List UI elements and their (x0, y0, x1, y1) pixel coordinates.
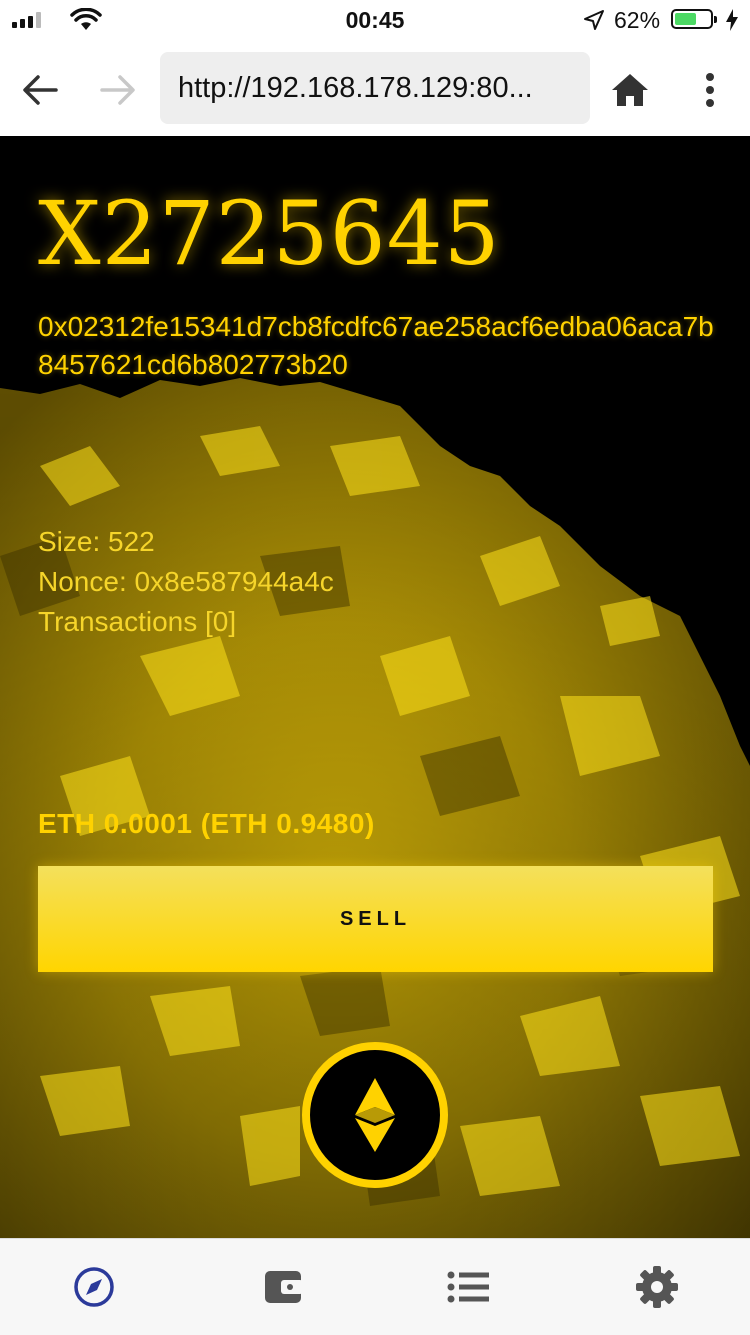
tab-explore[interactable] (70, 1263, 118, 1311)
tab-settings[interactable] (633, 1263, 681, 1311)
more-vertical-icon (706, 73, 714, 107)
browser-toolbar: http://192.168.178.129:80... (0, 40, 750, 137)
location-arrow-icon (584, 10, 604, 30)
menu-button[interactable] (688, 68, 732, 112)
ethereum-icon (355, 1078, 395, 1152)
arrow-right-icon (100, 75, 135, 105)
home-button[interactable] (608, 68, 652, 112)
tab-wallet[interactable] (259, 1263, 307, 1311)
block-size: Size: 522 (38, 526, 155, 557)
block-info: Size: 522 Nonce: 0x8e587944a4c Transacti… (38, 522, 334, 642)
gear-icon (636, 1266, 678, 1308)
battery-percentage: 62% (614, 7, 661, 33)
battery-icon (671, 9, 717, 29)
bottom-navigation (0, 1238, 750, 1335)
list-icon (447, 1271, 489, 1303)
url-field[interactable]: http://192.168.178.129:80... (160, 52, 590, 124)
wallet-icon (265, 1271, 303, 1303)
charging-bolt-icon (726, 9, 738, 31)
block-title: X2725645 (38, 182, 501, 285)
tab-list[interactable] (444, 1263, 492, 1311)
back-button[interactable] (18, 68, 62, 112)
home-icon (612, 74, 648, 106)
compass-icon (74, 1267, 114, 1307)
battery-level (675, 13, 696, 25)
status-bar: 00:45 62% (0, 0, 750, 40)
url-text: http://192.168.178.129:80... (178, 71, 533, 104)
block-detail-view: X2725645 0x02312fe15341d7cb8fcdfc67ae258… (0, 136, 750, 1238)
ethereum-button[interactable] (302, 1042, 448, 1188)
arrow-left-icon (23, 75, 58, 105)
block-nonce: Nonce: 0x8e587944a4c (38, 566, 334, 597)
block-transactions: Transactions [0] (38, 606, 237, 637)
block-hash: 0x02312fe15341d7cb8fcdfc67ae258acf6edba0… (38, 311, 714, 380)
block-price: ETH 0.0001 (ETH 0.9480) (38, 808, 375, 839)
sell-button[interactable]: SELL (38, 866, 713, 972)
forward-button[interactable] (96, 68, 140, 112)
